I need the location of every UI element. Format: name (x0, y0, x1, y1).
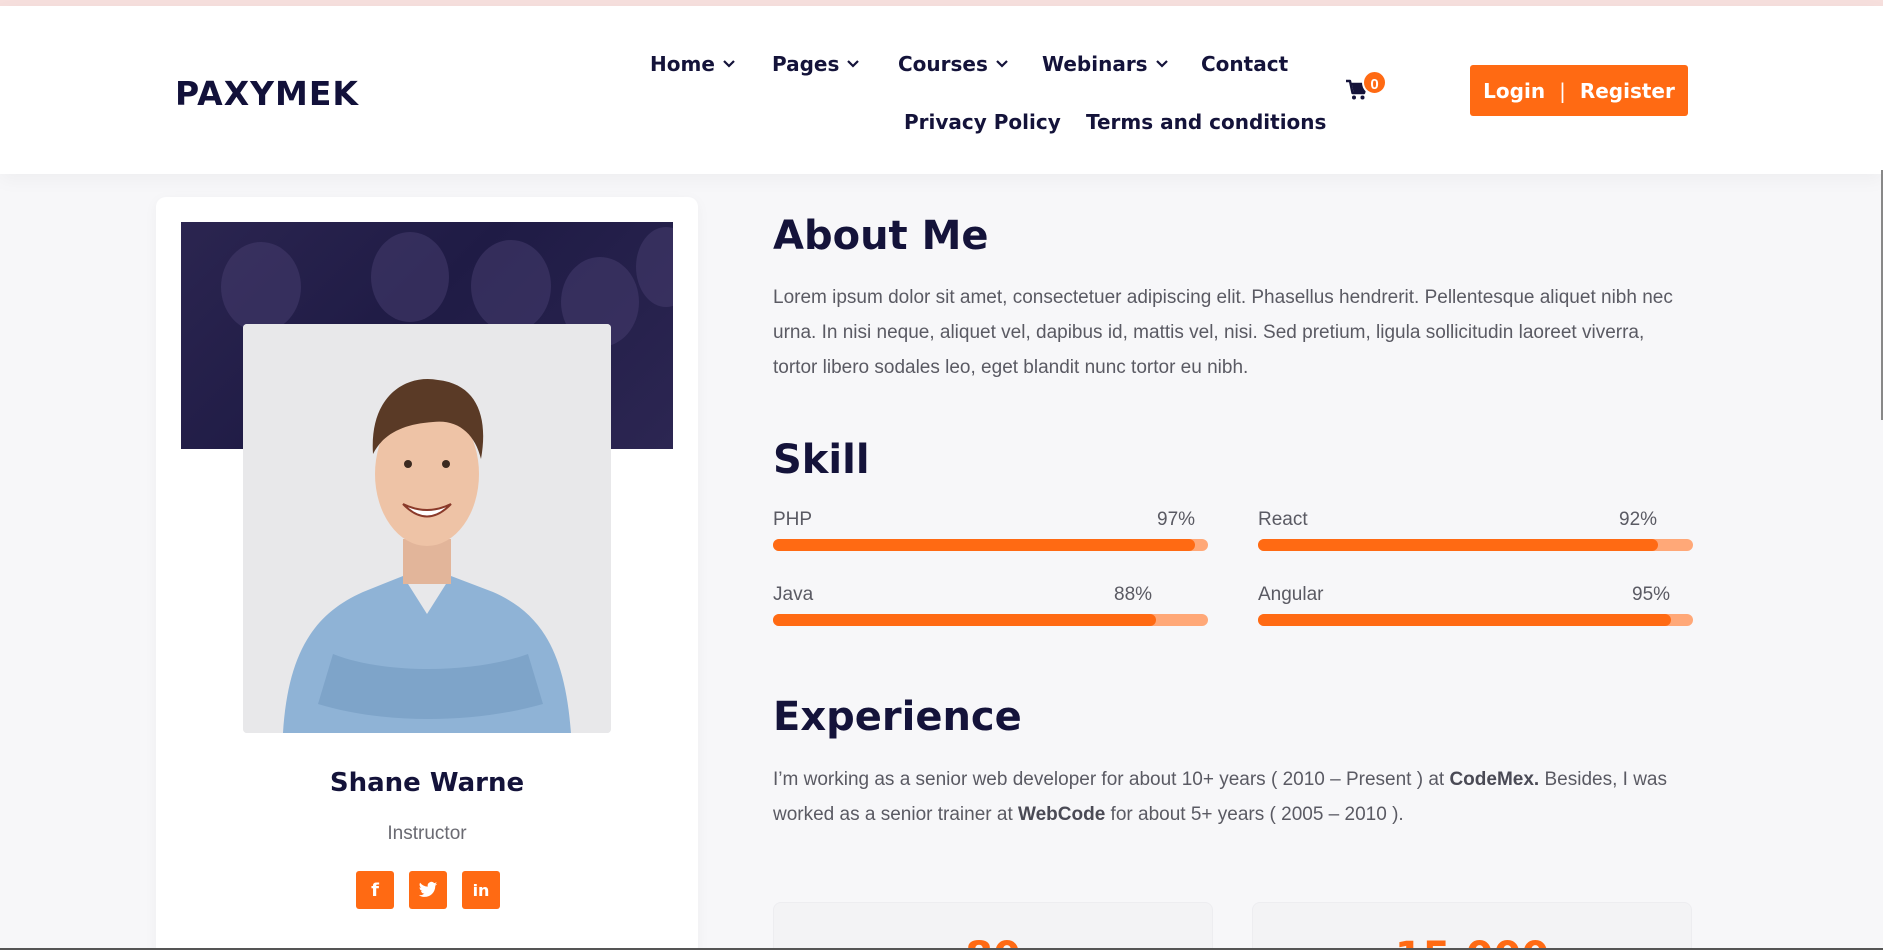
skill-progress-track (773, 539, 1208, 551)
about-heading: About Me (773, 213, 989, 259)
login-link[interactable]: Login (1483, 79, 1545, 103)
company-codemex: CodeMex. (1449, 769, 1540, 790)
nav-item-pages[interactable]: Pages (772, 52, 861, 76)
chevron-down-icon (994, 56, 1010, 72)
chevron-down-icon (721, 56, 737, 72)
linkedin-icon[interactable]: in (462, 871, 500, 909)
chevron-down-icon (1154, 56, 1170, 72)
skill-percent: 95% (1632, 584, 1671, 605)
nav-item-label: Pages (772, 52, 840, 76)
skill-heading: Skill (773, 437, 870, 483)
skill-progress-track (1258, 539, 1693, 551)
skill-progress-fill (1258, 539, 1659, 551)
nav-item-home[interactable]: Home (650, 52, 737, 76)
social-links: f in (356, 871, 500, 909)
skill-percent: 97% (1157, 509, 1196, 530)
site-logo[interactable]: PAXYMEK (175, 74, 359, 113)
skill-label: React (1258, 509, 1308, 530)
skill-progress-fill (773, 539, 1195, 551)
nav-item-label: Courses (898, 52, 988, 76)
cart-count-badge: 0 (1362, 70, 1387, 95)
nav-item-webinars[interactable]: Webinars (1042, 52, 1170, 76)
instructor-name: Shane Warne (329, 768, 525, 798)
stat-card: 80 (773, 902, 1213, 950)
nav-item-label: Webinars (1042, 52, 1148, 76)
auth-separator: | (1559, 78, 1566, 103)
skill-label: Angular (1258, 584, 1324, 605)
company-webcode: WebCode (1018, 804, 1106, 825)
stat-card: 15,000 (1252, 902, 1692, 950)
chevron-down-icon (845, 56, 861, 72)
nav-item-terms[interactable]: Terms and conditions (1086, 110, 1326, 134)
nav-item-label: Terms and conditions (1086, 110, 1327, 134)
skill-label: Java (773, 584, 814, 605)
register-link[interactable]: Register (1580, 79, 1675, 103)
skill-percent: 88% (1114, 584, 1153, 605)
experience-heading: Experience (773, 694, 1022, 740)
skill-progress-track (773, 614, 1208, 626)
skill-progress-fill (1258, 614, 1672, 626)
skill-progress-track (1258, 614, 1693, 626)
about-text: Lorem ipsum dolor sit amet, consectetuer… (773, 287, 1673, 378)
nav-item-label: Home (650, 52, 715, 76)
skill-label: PHP (773, 509, 813, 530)
skill-progress-fill (773, 614, 1156, 626)
instructor-photo (243, 324, 611, 733)
instructor-role: Instructor (387, 823, 467, 844)
nav-item-privacy-policy[interactable]: Privacy Policy (904, 110, 1061, 134)
facebook-icon[interactable]: f (356, 871, 394, 909)
twitter-icon[interactable] (409, 871, 447, 909)
login-register-button[interactable]: Login | Register (1470, 65, 1688, 116)
nav-item-contact[interactable]: Contact (1201, 52, 1288, 76)
nav-item-label: Privacy Policy (904, 110, 1061, 134)
nav-item-label: Contact (1201, 52, 1289, 76)
nav-item-courses[interactable]: Courses (898, 52, 1010, 76)
experience-text: I’m working as a senior web developer fo… (773, 769, 1667, 825)
skill-percent: 92% (1619, 509, 1658, 530)
